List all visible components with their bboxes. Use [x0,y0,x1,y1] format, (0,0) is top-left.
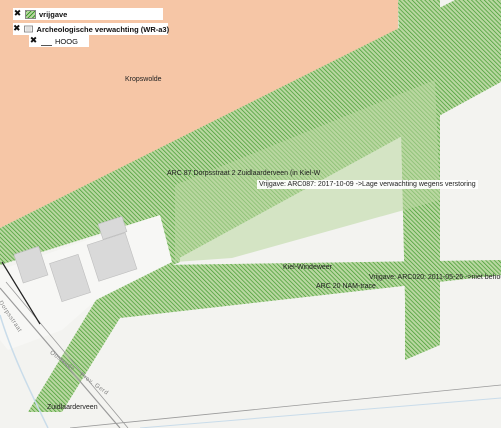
checkbox-x-icon[interactable]: ✖ [13,24,21,34]
hoog-swatch-icon [41,36,52,46]
label-vrijgave-arc087: Vrijgave: ARC087: 2017-10-09 ->Lage verw… [257,180,478,189]
label-arc20-title: ARC 20 NAM-trace [316,283,376,290]
layer-group-icon [23,25,34,34]
legend-label-archeo: Archeologische verwachting (WR-a3) [36,24,170,34]
label-kropswolde: Kropswolde [125,76,162,83]
legend-row-archeo[interactable]: ✖ Archeologische verwachting (WR-a3) [13,23,169,35]
checkbox-x-icon[interactable]: ✖ [13,9,22,19]
legend-label-vrijgave: vrijgave [39,9,68,19]
checkbox-x-icon[interactable]: ✖ [29,36,38,46]
label-arc87-title: ARC 87 Dorpsstraat 2 Zuidlaarderveen (in… [167,170,321,177]
label-vrijgave-arc020: Vrijgave: ARC020: 2011-05-25 ->niet beho… [369,274,501,281]
map-canvas[interactable] [0,0,501,428]
hatch-swatch-icon [25,9,36,19]
legend-row-hoog[interactable]: ✖ HOOG [29,35,89,47]
legend-label-hoog: HOOG [55,36,78,46]
label-zuidlaarderveen: Zuidlaarderveen [47,404,98,411]
legend-row-vrijgave[interactable]: ✖ vrijgave [13,8,163,20]
label-kiel-windeweer: Kiel-Windeweer [283,264,333,271]
